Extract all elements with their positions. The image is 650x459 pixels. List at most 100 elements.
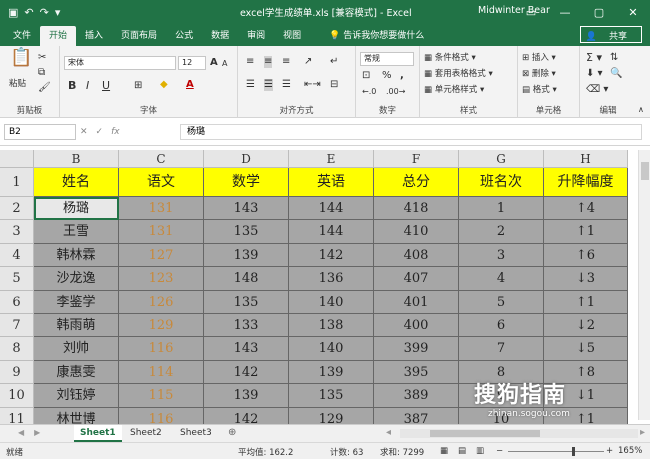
italic-button[interactable]: I xyxy=(86,80,89,92)
align-right-icon[interactable]: ☰ xyxy=(282,79,291,91)
find-select-icon[interactable]: 🔍 xyxy=(610,68,622,80)
paste-icon[interactable]: 📋 xyxy=(10,49,32,67)
score-cell[interactable]: 4 xyxy=(459,267,544,291)
score-cell[interactable]: 2 xyxy=(459,220,544,244)
new-sheet-icon[interactable]: ⊕ xyxy=(228,427,236,439)
formula-buttons[interactable]: ✕✓fx xyxy=(80,127,120,137)
score-cell[interactable]: 140 xyxy=(289,337,374,361)
sheet-tab-2[interactable]: Sheet2 xyxy=(124,425,168,442)
score-cell[interactable]: 6 xyxy=(459,314,544,338)
student-name-cell[interactable]: 沙龙逸 xyxy=(34,267,119,291)
table-header-cell[interactable]: 数学 xyxy=(204,168,289,197)
copy-icon[interactable]: ⧉ xyxy=(38,67,45,79)
score-cell[interactable]: 1 xyxy=(459,197,544,221)
score-cell[interactable]: 115 xyxy=(119,384,204,408)
student-name-cell[interactable]: 林世博 xyxy=(34,407,119,424)
column-header-G[interactable]: G xyxy=(459,150,544,168)
column-header-D[interactable]: D xyxy=(204,150,289,168)
increase-decimal-icon[interactable]: ←.0 xyxy=(362,86,376,98)
row-header-9[interactable]: 9 xyxy=(0,360,34,385)
score-cell[interactable]: 135 xyxy=(204,220,289,244)
page-break-view-icon[interactable]: ▥ xyxy=(476,446,484,456)
student-name-cell[interactable]: 刘帅 xyxy=(34,337,119,361)
score-cell[interactable]: 126 xyxy=(119,290,204,314)
fx-icon[interactable]: fx xyxy=(111,127,120,137)
undo-icon[interactable]: ↶ xyxy=(24,6,33,19)
score-cell[interactable]: 408 xyxy=(374,243,459,268)
align-top-icon[interactable]: ≡ xyxy=(246,56,254,68)
table-header-cell[interactable]: 升降幅度 xyxy=(544,168,628,197)
row-header-1[interactable]: 1 xyxy=(0,168,34,197)
clear-icon[interactable]: ⌫ ▾ xyxy=(586,84,608,96)
indent-icon[interactable]: ⇤⇥ xyxy=(304,79,321,91)
autosum-icon[interactable]: Σ ▾ xyxy=(586,52,602,64)
score-cell[interactable]: 3 xyxy=(459,243,544,268)
row-header-6[interactable]: 6 xyxy=(0,290,34,314)
row-header-8[interactable]: 8 xyxy=(0,337,34,361)
font-name-select[interactable]: 宋体 xyxy=(64,56,176,70)
student-name-cell[interactable]: 刘钰婷 xyxy=(34,384,119,408)
cut-icon[interactable]: ✂ xyxy=(38,52,46,64)
currency-icon[interactable]: ⊡ xyxy=(362,70,370,82)
borders-icon[interactable]: ⊞ xyxy=(134,80,142,92)
score-cell[interactable]: 400 xyxy=(374,314,459,338)
comma-button[interactable]: , xyxy=(400,70,404,82)
paste-button[interactable]: 粘贴 xyxy=(9,78,26,90)
cell-styles-button[interactable]: ▦ 单元格样式 ▾ xyxy=(424,84,484,96)
horizontal-scrollbar[interactable] xyxy=(400,429,638,438)
customize-quick-access-icon[interactable]: ▾ xyxy=(55,6,61,19)
tab-file[interactable]: 文件 xyxy=(4,26,40,46)
score-cell[interactable]: 407 xyxy=(374,267,459,291)
delete-cells-button[interactable]: ⊠ 删除 ▾ xyxy=(522,68,556,80)
score-cell[interactable]: 401 xyxy=(374,290,459,314)
collapse-ribbon-icon[interactable]: ∧ xyxy=(638,104,644,116)
row-header-7[interactable]: 7 xyxy=(0,314,34,338)
score-cell[interactable]: 389 xyxy=(374,384,459,408)
score-cell[interactable]: 131 xyxy=(119,197,204,221)
score-cell[interactable]: 139 xyxy=(204,243,289,268)
score-cell[interactable]: 116 xyxy=(119,337,204,361)
minimize-icon[interactable]: — xyxy=(548,0,582,24)
score-cell[interactable]: ↑1 xyxy=(544,290,628,314)
sheet-tab-1[interactable]: Sheet1 xyxy=(74,425,122,442)
share-button[interactable]: 👤 共享 xyxy=(579,26,642,43)
score-cell[interactable]: 142 xyxy=(204,407,289,424)
score-cell[interactable]: 139 xyxy=(289,360,374,385)
align-center-icon[interactable]: ☰ xyxy=(264,79,273,91)
formula-input[interactable]: 杨璐 xyxy=(180,124,642,140)
fill-color-icon[interactable]: ◆ xyxy=(160,79,168,91)
score-cell[interactable]: 7 xyxy=(459,337,544,361)
wrap-text-icon[interactable]: ↵ xyxy=(330,56,338,68)
align-bottom-icon[interactable]: ≡ xyxy=(282,56,290,68)
zoom-in-icon[interactable]: + xyxy=(606,446,613,456)
score-cell[interactable]: ↓3 xyxy=(544,267,628,291)
tell-me-search[interactable]: 💡 告诉我你想要做什么 xyxy=(320,26,433,46)
score-cell[interactable]: 138 xyxy=(289,314,374,338)
number-format-select[interactable]: 常规 xyxy=(360,52,414,66)
tab-home[interactable]: 开始 xyxy=(40,26,77,46)
scroll-left-icon[interactable]: ◂ xyxy=(386,427,391,439)
name-box[interactable]: B2 xyxy=(4,124,76,140)
score-cell[interactable]: 144 xyxy=(289,197,374,221)
format-as-table-button[interactable]: ▦ 套用表格格式 ▾ xyxy=(424,68,493,80)
score-cell[interactable]: 410 xyxy=(374,220,459,244)
score-cell[interactable]: 135 xyxy=(204,290,289,314)
score-cell[interactable]: 129 xyxy=(289,407,374,424)
font-color-icon[interactable]: A xyxy=(186,79,194,91)
zoom-slider[interactable] xyxy=(508,451,604,452)
fill-icon[interactable]: ⬇ ▾ xyxy=(586,68,603,80)
column-header-E[interactable]: E xyxy=(289,150,374,168)
score-cell[interactable]: 127 xyxy=(119,243,204,268)
close-icon[interactable]: ✕ xyxy=(616,0,650,24)
score-cell[interactable]: ↑6 xyxy=(544,243,628,268)
score-cell[interactable]: 133 xyxy=(204,314,289,338)
page-layout-view-icon[interactable]: ▤ xyxy=(458,446,466,456)
format-cells-button[interactable]: ▤ 格式 ▾ xyxy=(522,84,557,96)
score-cell[interactable]: 395 xyxy=(374,360,459,385)
row-header-4[interactable]: 4 xyxy=(0,243,34,268)
score-cell[interactable]: 140 xyxy=(289,290,374,314)
table-header-cell[interactable]: 总分 xyxy=(374,168,459,197)
row-header-2[interactable]: 2 xyxy=(0,197,34,221)
select-all-corner[interactable] xyxy=(0,150,34,168)
restore-icon[interactable]: ▢ xyxy=(582,0,616,24)
